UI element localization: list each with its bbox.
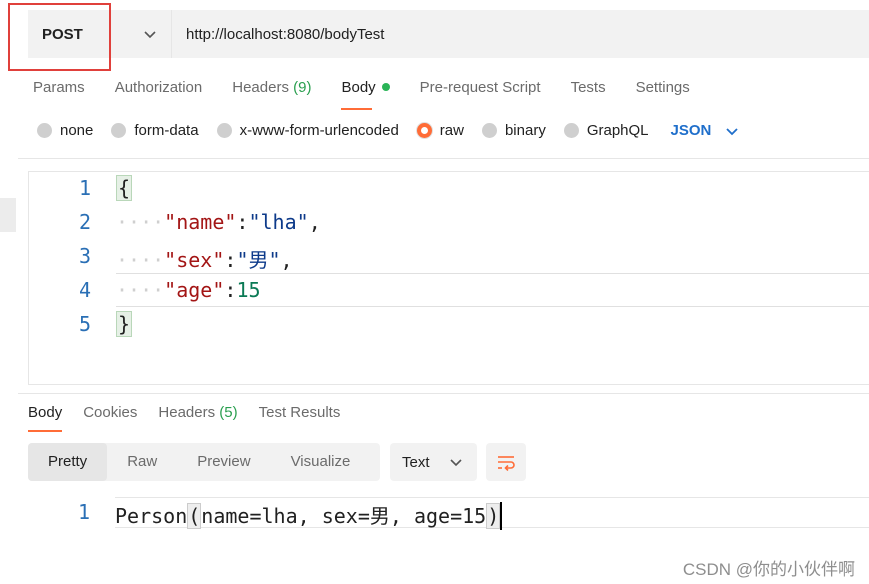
response-format-select[interactable]: Text — [390, 443, 477, 481]
tab-params[interactable]: Params — [33, 76, 85, 106]
chevron-down-icon — [450, 459, 462, 467]
response-code-line: Person(name=lha, sex=男, age=15) — [115, 500, 503, 532]
body-type-graphql[interactable]: GraphQL — [563, 122, 649, 139]
text-cursor — [500, 501, 503, 530]
url-input[interactable]: http://localhost:8080/bodyTest — [172, 10, 869, 58]
response-view-modes: Pretty Raw Preview Visualize — [28, 443, 380, 481]
sidebar-edge — [0, 198, 16, 232]
view-preview-button[interactable]: Preview — [177, 443, 270, 481]
response-tab-cookies[interactable]: Cookies — [83, 400, 137, 430]
response-tab-test-results[interactable]: Test Results — [259, 400, 341, 430]
response-tabs: Body Cookies Headers (5) Test Results — [28, 400, 361, 432]
radio-icon — [111, 123, 127, 138]
tab-settings[interactable]: Settings — [636, 76, 690, 106]
code-line: ····"name":"lha", — [116, 210, 321, 234]
wrap-lines-button[interactable] — [486, 443, 526, 481]
tab-authorization[interactable]: Authorization — [115, 76, 203, 106]
request-body-editor[interactable]: 1 2 3 4 5 { ····"name":"lha", ····"sex":… — [28, 171, 869, 385]
response-headers-count: (5) — [219, 404, 238, 421]
body-type-options: none form-data x-www-form-urlencoded raw… — [37, 122, 739, 139]
radio-icon — [481, 123, 497, 138]
divider — [18, 393, 869, 394]
chevron-down-icon — [726, 127, 739, 135]
radio-checked-icon — [416, 123, 432, 138]
line-number: 5 — [78, 312, 91, 336]
tab-tests[interactable]: Tests — [571, 76, 606, 106]
wrap-lines-icon — [498, 456, 515, 471]
body-type-urlencoded[interactable]: x-www-form-urlencoded — [216, 122, 399, 139]
format-select[interactable]: JSON — [671, 122, 740, 139]
method-label: POST — [42, 25, 83, 43]
line-number: 1 — [78, 176, 91, 200]
code-line: ····"age":15 — [116, 278, 261, 302]
radio-icon — [563, 123, 579, 138]
code-line: ····"sex":"男", — [116, 248, 293, 272]
radio-icon — [216, 123, 232, 138]
code-line: } — [116, 311, 133, 337]
request-tabs: Params Authorization Headers (9) Body Pr… — [33, 76, 720, 110]
view-visualize-button[interactable]: Visualize — [271, 443, 371, 481]
code-line: { — [116, 175, 133, 201]
request-bar: POST http://localhost:8080/bodyTest — [28, 10, 869, 58]
view-raw-button[interactable]: Raw — [107, 443, 177, 481]
line-number: 2 — [78, 210, 91, 234]
response-body: 1 Person(name=lha, sex=男, age=15) — [28, 496, 869, 530]
headers-count: (9) — [293, 79, 312, 96]
view-pretty-button[interactable]: Pretty — [28, 443, 108, 481]
body-type-none[interactable]: none — [37, 122, 93, 139]
line-number: 4 — [78, 278, 91, 302]
divider — [18, 158, 869, 159]
body-type-form-data[interactable]: form-data — [111, 122, 199, 139]
response-tab-body[interactable]: Body — [28, 400, 63, 432]
close-brace: } — [116, 311, 133, 337]
line-number: 3 — [78, 244, 91, 268]
radio-icon — [37, 123, 52, 138]
tab-body[interactable]: Body — [341, 76, 390, 110]
body-type-binary[interactable]: binary — [481, 122, 546, 139]
tab-pre-request-script[interactable]: Pre-request Script — [420, 76, 541, 106]
response-tab-headers[interactable]: Headers (5) — [158, 400, 237, 430]
open-brace: { — [116, 175, 133, 201]
body-active-dot-icon — [381, 83, 390, 92]
method-select[interactable]: POST — [28, 10, 172, 58]
tab-headers[interactable]: Headers (9) — [232, 76, 311, 106]
chevron-down-icon — [144, 31, 156, 39]
body-type-raw[interactable]: raw — [416, 122, 464, 139]
line-number: 1 — [77, 500, 90, 524]
watermark: CSDN @你的小伙伴啊 — [682, 560, 855, 579]
